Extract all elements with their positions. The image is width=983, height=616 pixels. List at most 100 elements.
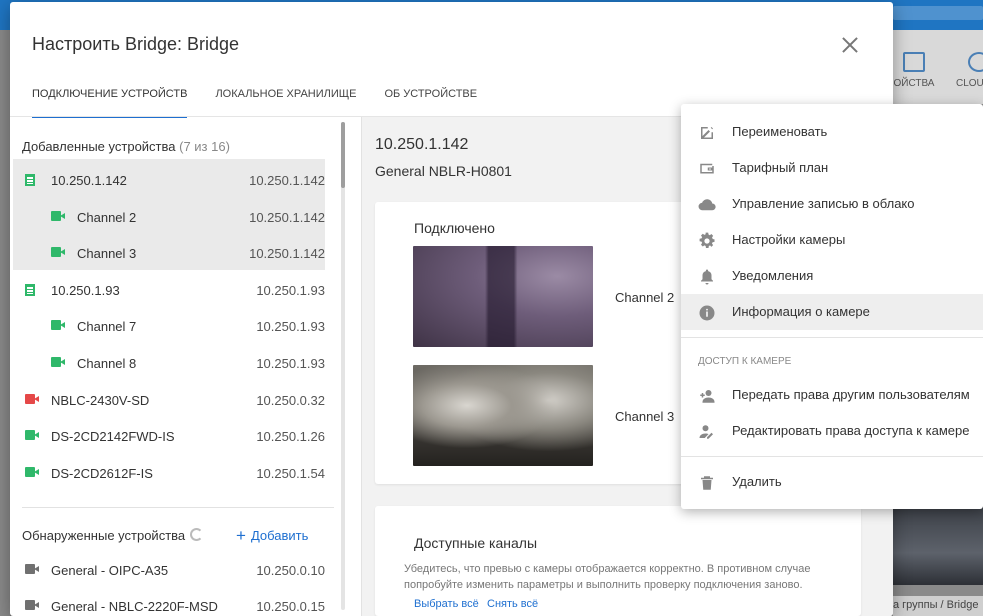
added-devices-label: Добавленные устройства — [22, 139, 176, 154]
discovered-devices-title: Обнаруженные устройства — [22, 528, 186, 543]
bridge-icon — [25, 283, 35, 296]
connected-title: Подключено — [414, 220, 495, 236]
app-left-edge — [0, 30, 10, 616]
camera-icon — [51, 210, 65, 221]
device-name: Channel 8 — [77, 356, 137, 371]
gear-icon — [699, 232, 715, 248]
device-title: 10.250.1.142 — [375, 136, 469, 153]
device-row[interactable]: Channel 8 10.250.1.93 — [13, 345, 325, 381]
refresh-icon[interactable] — [190, 528, 203, 541]
device-ip: 10.250.0.15 — [256, 599, 325, 614]
added-devices-count: (7 из 16) — [179, 139, 230, 154]
menu-item-notifications[interactable]: Уведомления — [681, 258, 983, 294]
menu-item-label: Тарифный план — [732, 160, 829, 175]
device-ip: 10.250.1.93 — [256, 282, 325, 298]
device-row[interactable]: Channel 7 10.250.1.93 — [13, 308, 325, 344]
device-name: General - OIPC-A35 — [51, 563, 169, 578]
camera-preview-tile[interactable] — [893, 505, 983, 585]
menu-item-label: Управление записью в облако — [732, 196, 915, 211]
toolbar-cloud-label: CLOU — [956, 78, 983, 89]
device-row[interactable]: General - NBLC-2220F-MSD 10.250.0.15 — [13, 588, 325, 616]
device-name: Channel 2 — [77, 209, 137, 225]
toolbar-cloud[interactable]: CLOU — [956, 30, 983, 104]
device-name: 10.250.1.142 — [51, 173, 127, 188]
camera-icon — [51, 357, 65, 367]
channel-preview[interactable] — [413, 365, 593, 466]
device-name: DS-2CD2142FWD-IS — [51, 429, 175, 445]
add-user-icon — [700, 390, 715, 403]
device-name: General - NBLC-2220F-MSD — [51, 599, 218, 614]
select-all-link[interactable]: Выбрать всё — [414, 598, 479, 610]
menu-item-share-access[interactable]: Передать права другим пользователям — [681, 377, 983, 413]
menu-item-rename[interactable]: Переименовать — [681, 114, 983, 150]
plus-icon: + — [236, 526, 246, 545]
cloud-icon — [698, 199, 716, 211]
available-channels-title: Доступные каналы — [414, 535, 538, 551]
menu-item-label: Информация о камере — [732, 304, 870, 319]
tab-local-storage[interactable]: Локальное хранилище — [215, 88, 356, 118]
device-row[interactable]: 10.250.1.93 10.250.1.93 — [13, 272, 325, 308]
device-row[interactable]: 10.250.1.142 10.250.1.142 — [13, 162, 325, 198]
device-row[interactable]: Channel 3 10.250.1.142 — [13, 235, 325, 271]
deselect-all-link[interactable]: Снять всё — [487, 598, 538, 610]
available-channels-hint: Убедитесь, что превью с камеры отображае… — [404, 563, 811, 591]
device-ip: 10.250.1.93 — [256, 356, 325, 371]
left-scrollbar[interactable] — [341, 122, 345, 610]
pencil-icon — [701, 127, 713, 139]
added-devices-title: Добавленные устройства (7 из 16) — [22, 139, 230, 154]
user-menu[interactable] — [893, 6, 983, 20]
menu-item-label: Переименовать — [732, 124, 828, 139]
menu-item-label: Уведомления — [732, 268, 814, 283]
menu-item-camera-settings[interactable]: Настройки камеры — [681, 222, 983, 258]
camera-context-menu: Переименовать Тарифный план Управление з… — [681, 104, 983, 509]
bridge-icon — [25, 174, 35, 186]
toolbar-devices[interactable]: ОЙСТВА — [886, 30, 942, 104]
menu-divider — [681, 456, 983, 457]
device-name: NBLC-2430V-SD — [51, 392, 150, 408]
tab-device-connection[interactable]: Подключение устройств — [32, 88, 188, 118]
device-name: DS-2CD2612F-IS — [51, 465, 153, 481]
dialog-title: Настроить Bridge: Bridge — [32, 34, 240, 54]
device-ip: 10.250.1.26 — [256, 429, 325, 445]
menu-item-edit-access[interactable]: Редактировать права доступа к камере — [681, 413, 983, 449]
menu-item-label: Удалить — [732, 474, 782, 489]
device-row[interactable]: DS-2CD2142FWD-IS 10.250.1.26 — [13, 418, 325, 454]
list-divider — [22, 507, 334, 508]
device-ip: 10.250.1.142 — [249, 209, 325, 225]
menu-section-title: Доступ к камере — [698, 356, 792, 367]
camera-icon — [25, 466, 39, 477]
menu-item-delete[interactable]: Удалить — [681, 464, 983, 500]
device-model: General NBLR-H0801 — [375, 163, 512, 179]
toolbar-devices-label: ОЙСТВА — [893, 78, 935, 89]
scrollbar-thumb[interactable] — [341, 122, 345, 188]
device-name: Channel 7 — [77, 319, 137, 335]
device-ip: 10.250.0.32 — [256, 392, 325, 408]
close-icon[interactable] — [841, 36, 859, 54]
menu-item-tariff[interactable]: Тарифный план — [681, 150, 983, 186]
device-row[interactable]: NBLC-2430V-SD 10.250.0.32 — [13, 382, 325, 418]
camera-icon — [25, 393, 39, 404]
wallet-icon — [700, 163, 714, 174]
device-row[interactable]: Channel 2 10.250.1.142 — [13, 199, 325, 235]
device-name: 10.250.1.93 — [51, 282, 120, 298]
menu-item-label: Передать права другим пользователям — [732, 387, 970, 402]
bell-icon — [701, 269, 713, 285]
menu-item-label: Редактировать права доступа к камере — [732, 423, 970, 438]
add-device-button[interactable]: + Добавить — [236, 526, 308, 546]
menu-item-camera-info[interactable]: Информация о камере — [681, 294, 983, 330]
device-row[interactable]: DS-2CD2612F-IS 10.250.1.54 — [13, 455, 325, 491]
device-row[interactable]: General - OIPC-A35 10.250.0.10 — [13, 552, 325, 588]
tab-about-device[interactable]: Об устройстве — [384, 88, 477, 118]
info-icon — [699, 305, 715, 321]
device-ip: 10.250.1.142 — [249, 173, 325, 188]
menu-item-label: Настройки камеры — [732, 232, 846, 247]
device-ip: 10.250.0.10 — [256, 563, 325, 578]
edit-user-icon — [699, 425, 713, 439]
camera-icon — [25, 600, 39, 610]
breadcrumb: а группы / Bridge — [893, 596, 983, 616]
camera-icon — [25, 430, 39, 441]
menu-item-cloud-recording[interactable]: Управление записью в облако — [681, 186, 983, 222]
channel-label: Channel 2 — [615, 290, 675, 305]
device-ip: 10.250.1.54 — [256, 465, 325, 481]
channel-preview[interactable] — [413, 246, 593, 347]
